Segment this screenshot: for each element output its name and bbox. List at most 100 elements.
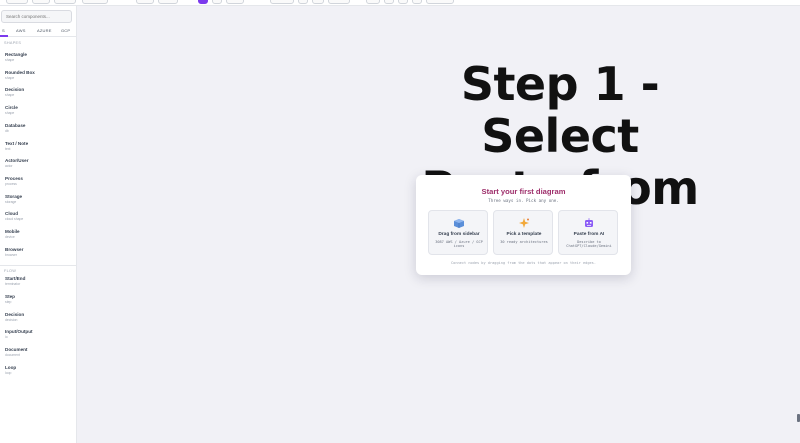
toolbar-button[interactable]	[270, 0, 294, 4]
sidebar-item-mobile[interactable]: Mobile device	[5, 229, 73, 243]
sidebar-item-process[interactable]: Process process	[5, 176, 73, 190]
item-title: Browser	[5, 247, 24, 252]
toolbar-button[interactable]	[212, 0, 222, 4]
item-subtitle: terminator	[5, 281, 21, 286]
item-subtitle: cloud shape	[5, 216, 24, 221]
sidebar-item-text-note[interactable]: Text / Note text	[5, 141, 73, 155]
toolbar-button[interactable]	[158, 0, 178, 4]
sidebar-item-actor-user[interactable]: Actor/User actor	[5, 158, 73, 172]
item-subtitle: shape	[5, 92, 15, 97]
item-title: Decision	[5, 87, 25, 92]
option-title: Pick a template	[506, 232, 542, 237]
item-subtitle: shape	[5, 57, 15, 62]
sidebar-item-browser[interactable]: Browser browser	[5, 247, 73, 261]
tab-aws[interactable]: AWS	[16, 28, 26, 33]
option-description: 30 ready architectures	[500, 240, 548, 244]
option-title: Paste from AI	[573, 232, 605, 237]
toolbar-button[interactable]	[384, 0, 394, 4]
toolbar-button[interactable]	[412, 0, 422, 4]
item-title: Decision	[5, 312, 25, 317]
item-title: Step	[5, 294, 15, 299]
item-subtitle: shape	[5, 75, 15, 80]
toolbar-button[interactable]	[6, 0, 28, 4]
item-subtitle: loop	[5, 370, 12, 375]
item-subtitle: io	[5, 334, 8, 339]
item-title: Storage	[5, 194, 23, 199]
toolbar-button[interactable]	[426, 0, 454, 4]
item-title: Circle	[5, 105, 18, 110]
item-title: Input/Output	[5, 329, 33, 334]
item-title: Start/End	[5, 276, 26, 281]
option-drag-from-sidebar[interactable]: Drag from sidebar 3087 AWS / Azure / GCP…	[428, 210, 488, 255]
item-subtitle: step	[5, 299, 12, 304]
toolbar-button[interactable]	[312, 0, 324, 4]
option-paste-from-ai[interactable]: Paste from AI Describe to ChatGPT/Claude…	[558, 210, 618, 255]
item-subtitle: browser	[5, 252, 18, 257]
item-title: Document	[5, 347, 28, 352]
item-subtitle: decision	[5, 317, 18, 322]
item-title: Mobile	[5, 229, 20, 234]
toolbar-button[interactable]	[54, 0, 76, 4]
item-subtitle: storage	[5, 199, 17, 204]
component-sidebar: S AWS AZURE GCP SHAPES Rectangle shape R…	[0, 6, 77, 443]
sidebar-item-input-output[interactable]: Input/Output io	[5, 329, 73, 343]
sidebar-item-document[interactable]: Document document	[5, 347, 73, 361]
robot-icon	[583, 218, 595, 228]
sidebar-item-circle[interactable]: Circle shape	[5, 105, 73, 119]
item-subtitle: text	[5, 146, 11, 151]
sidebar-item-start-end[interactable]: Start/End terminator	[5, 276, 73, 290]
provider-tabs: S AWS AZURE GCP	[0, 27, 76, 37]
search-input[interactable]	[1, 10, 72, 23]
toolbar-button[interactable]	[226, 0, 244, 4]
option-title: Drag from sidebar	[438, 232, 480, 237]
toolbar-button[interactable]	[398, 0, 408, 4]
toolbar-primary-button[interactable]	[198, 0, 208, 4]
item-subtitle: document	[5, 352, 20, 357]
item-title: Rounded Box	[5, 70, 35, 75]
sidebar-item-rounded-box[interactable]: Rounded Box shape	[5, 70, 73, 84]
tab-shapes[interactable]: S	[2, 28, 5, 33]
option-description: Describe to ChatGPT/Claude/Gemini	[566, 240, 612, 249]
item-subtitle: process	[5, 181, 17, 186]
card-title: Start your first diagram	[481, 187, 566, 196]
step-heading-line-1: Step 1 - Select	[460, 57, 660, 163]
card-subtitle: Three ways in. Pick any one.	[488, 198, 559, 203]
tab-azure[interactable]: AZURE	[37, 28, 52, 33]
sidebar-item-loop[interactable]: Loop loop	[5, 365, 73, 379]
item-subtitle: shape	[5, 110, 15, 115]
sidebar-item-rectangle[interactable]: Rectangle shape	[5, 52, 73, 66]
section-label-shapes: SHAPES	[4, 41, 22, 45]
item-subtitle: actor	[5, 163, 13, 168]
active-tab-indicator	[0, 35, 8, 37]
toolbar-button[interactable]	[298, 0, 308, 4]
toolbar-button[interactable]	[328, 0, 350, 4]
item-title: Rectangle	[5, 52, 27, 57]
item-subtitle: db	[5, 128, 9, 133]
item-subtitle: device	[5, 234, 15, 239]
cube-icon	[453, 218, 465, 228]
section-divider	[0, 265, 76, 266]
item-title: Actor/User	[5, 158, 29, 163]
item-title: Cloud	[5, 211, 19, 216]
sidebar-item-flow-decision[interactable]: Decision decision	[5, 312, 73, 326]
toolbar-button[interactable]	[32, 0, 50, 4]
card-footer-hint: Connect nodes by dragging from the dots …	[451, 261, 596, 265]
start-diagram-card: Start your first diagram Three ways in. …	[416, 175, 631, 275]
top-toolbar	[0, 0, 800, 6]
toolbar-button[interactable]	[82, 0, 108, 4]
sidebar-item-storage[interactable]: Storage storage	[5, 194, 73, 208]
sidebar-item-decision[interactable]: Decision shape	[5, 87, 73, 101]
tab-gcp[interactable]: GCP	[61, 28, 70, 33]
option-pick-a-template[interactable]: Pick a template 30 ready architectures	[493, 210, 553, 255]
item-title: Database	[5, 123, 26, 128]
item-title: Process	[5, 176, 23, 181]
section-label-flow: FLOW	[4, 269, 17, 273]
sidebar-item-database[interactable]: Database db	[5, 123, 73, 137]
sparkle-icon	[518, 218, 530, 228]
item-title: Text / Note	[5, 141, 29, 146]
sidebar-item-step[interactable]: Step step	[5, 294, 73, 308]
toolbar-button[interactable]	[366, 0, 380, 4]
sidebar-item-cloud[interactable]: Cloud cloud shape	[5, 211, 73, 225]
item-title: Loop	[5, 365, 17, 370]
toolbar-button[interactable]	[136, 0, 154, 4]
